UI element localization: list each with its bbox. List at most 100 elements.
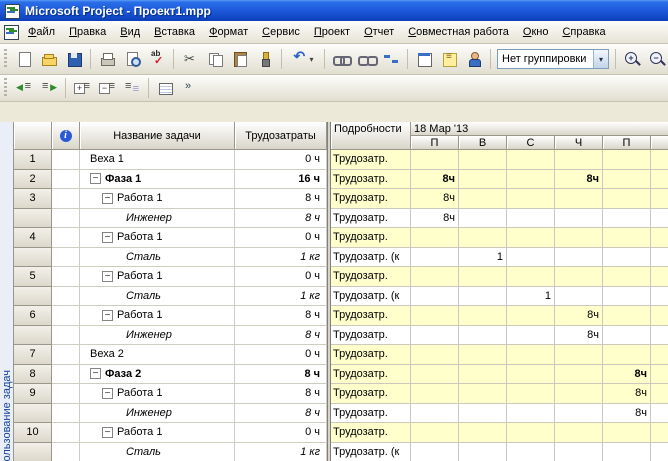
detail-value-cell[interactable] — [411, 306, 459, 326]
detail-value-cell[interactable] — [459, 345, 507, 365]
group-filter-combo[interactable]: Нет группировки ▾ — [497, 49, 609, 69]
collapse-icon[interactable]: − — [102, 309, 113, 321]
table-button[interactable] — [153, 77, 177, 99]
work-cell[interactable]: 8 ч — [235, 208, 327, 228]
detail-label-cell[interactable]: Трудозатр. — [331, 364, 411, 384]
detail-value-cell[interactable] — [507, 306, 555, 326]
detail-value-cell[interactable] — [459, 384, 507, 404]
task-name-cell[interactable]: − Работа 1 — [80, 423, 235, 443]
collapse-icon[interactable]: − — [90, 173, 101, 185]
work-cell[interactable]: 8 ч — [235, 403, 327, 423]
row-info-cell[interactable] — [52, 325, 80, 345]
detail-value-cell[interactable] — [411, 325, 459, 345]
task-name-cell[interactable]: Инженер — [80, 208, 235, 228]
detail-label-cell[interactable]: Трудозатр. (к — [331, 247, 411, 267]
work-column-header[interactable]: Трудозатраты — [235, 122, 327, 150]
detail-label-cell[interactable]: Трудозатр. (к — [331, 442, 411, 461]
day-header-thu[interactable]: Ч — [555, 136, 603, 150]
detail-value-cell[interactable] — [507, 384, 555, 404]
detail-value-cell[interactable] — [459, 228, 507, 248]
detail-value-cell[interactable]: 8ч — [555, 325, 603, 345]
detail-value-cell[interactable] — [603, 306, 651, 326]
row-id-cell[interactable]: 5 — [14, 267, 52, 287]
detail-value-cell[interactable] — [555, 442, 603, 461]
detail-value-cell[interactable] — [555, 345, 603, 365]
row-id-cell[interactable]: 7 — [14, 345, 52, 365]
detail-value-cell[interactable]: 8ч — [411, 189, 459, 209]
detail-value-cell[interactable] — [459, 208, 507, 228]
detail-value-cell[interactable] — [555, 423, 603, 443]
detail-value-cell[interactable] — [507, 169, 555, 189]
detail-label-cell[interactable]: Трудозатр. — [331, 325, 411, 345]
split-task-button[interactable] — [379, 48, 403, 70]
row-info-cell[interactable] — [52, 228, 80, 248]
work-cell[interactable]: 8 ч — [235, 325, 327, 345]
detail-label-cell[interactable]: Трудозатр. — [331, 150, 411, 170]
work-cell[interactable]: 0 ч — [235, 150, 327, 170]
zoom-in-button[interactable] — [620, 48, 644, 70]
detail-value-cell[interactable] — [507, 403, 555, 423]
detail-value-cell[interactable] — [507, 325, 555, 345]
detail-value-cell[interactable] — [411, 384, 459, 404]
menu-item-6[interactable]: Сервис — [255, 23, 307, 42]
open-button[interactable] — [37, 48, 61, 70]
row-info-cell[interactable] — [52, 364, 80, 384]
detail-value-cell[interactable] — [507, 247, 555, 267]
hide-subtasks-button[interactable] — [95, 77, 119, 99]
copy-button[interactable] — [203, 48, 227, 70]
detail-value-cell[interactable] — [603, 189, 651, 209]
row-id-cell[interactable] — [14, 208, 52, 228]
collapse-icon[interactable]: − — [102, 387, 113, 399]
detail-value-cell[interactable] — [603, 286, 651, 306]
document-menu-icon[interactable] — [3, 24, 19, 40]
new-button[interactable] — [12, 48, 36, 70]
detail-label-cell[interactable]: Трудозатр. — [331, 208, 411, 228]
work-cell[interactable]: 8 ч — [235, 189, 327, 209]
row-id-cell[interactable]: 6 — [14, 306, 52, 326]
work-cell[interactable]: 0 ч — [235, 228, 327, 248]
collapse-icon[interactable]: − — [90, 368, 101, 380]
row-id-cell[interactable] — [14, 247, 52, 267]
detail-value-cell[interactable] — [555, 189, 603, 209]
detail-value-cell[interactable] — [507, 442, 555, 461]
detail-value-cell[interactable] — [555, 267, 603, 287]
task-name-cell[interactable]: Инженер — [80, 403, 235, 423]
day-header-fri[interactable]: П — [603, 136, 651, 150]
row-info-cell[interactable] — [52, 286, 80, 306]
collapse-icon[interactable]: − — [102, 426, 113, 438]
menu-item-9[interactable]: Совместная работа — [401, 23, 516, 42]
detail-label-cell[interactable]: Трудозатр. — [331, 228, 411, 248]
collapse-icon[interactable]: − — [102, 231, 113, 243]
row-id-cell[interactable]: 9 — [14, 384, 52, 404]
task-name-cell[interactable]: − Работа 1 — [80, 384, 235, 404]
row-id-cell[interactable]: 3 — [14, 189, 52, 209]
detail-value-cell[interactable] — [411, 364, 459, 384]
task-name-cell[interactable]: − Фаза 2 — [80, 364, 235, 384]
work-cell[interactable]: 8 ч — [235, 364, 327, 384]
menu-item-11[interactable]: Справка — [555, 23, 612, 42]
menu-item-1[interactable]: Файл — [21, 23, 62, 42]
detail-value-cell[interactable] — [603, 169, 651, 189]
id-column-header[interactable] — [14, 122, 52, 150]
detail-value-cell[interactable] — [459, 286, 507, 306]
print-button[interactable] — [95, 48, 119, 70]
detail-value-cell[interactable] — [459, 423, 507, 443]
detail-value-cell[interactable] — [507, 423, 555, 443]
task-name-cell[interactable]: − Работа 1 — [80, 267, 235, 287]
detail-label-cell[interactable]: Трудозатр. — [331, 423, 411, 443]
detail-value-cell[interactable] — [555, 208, 603, 228]
row-id-cell[interactable] — [14, 442, 52, 461]
task-name-cell[interactable]: Веха 1 — [80, 150, 235, 170]
detail-label-cell[interactable]: Трудозатр. — [331, 384, 411, 404]
detail-value-cell[interactable] — [555, 247, 603, 267]
task-name-cell[interactable]: Веха 2 — [80, 345, 235, 365]
detail-value-cell[interactable]: 8ч — [603, 403, 651, 423]
paste-button[interactable] — [228, 48, 252, 70]
indent-button[interactable] — [37, 77, 61, 99]
work-cell[interactable]: 0 ч — [235, 423, 327, 443]
task-information-button[interactable] — [412, 48, 436, 70]
detail-value-cell[interactable] — [603, 442, 651, 461]
row-info-cell[interactable] — [52, 384, 80, 404]
collapse-icon[interactable]: − — [102, 270, 113, 282]
combo-dropdown-icon[interactable]: ▾ — [593, 50, 608, 68]
